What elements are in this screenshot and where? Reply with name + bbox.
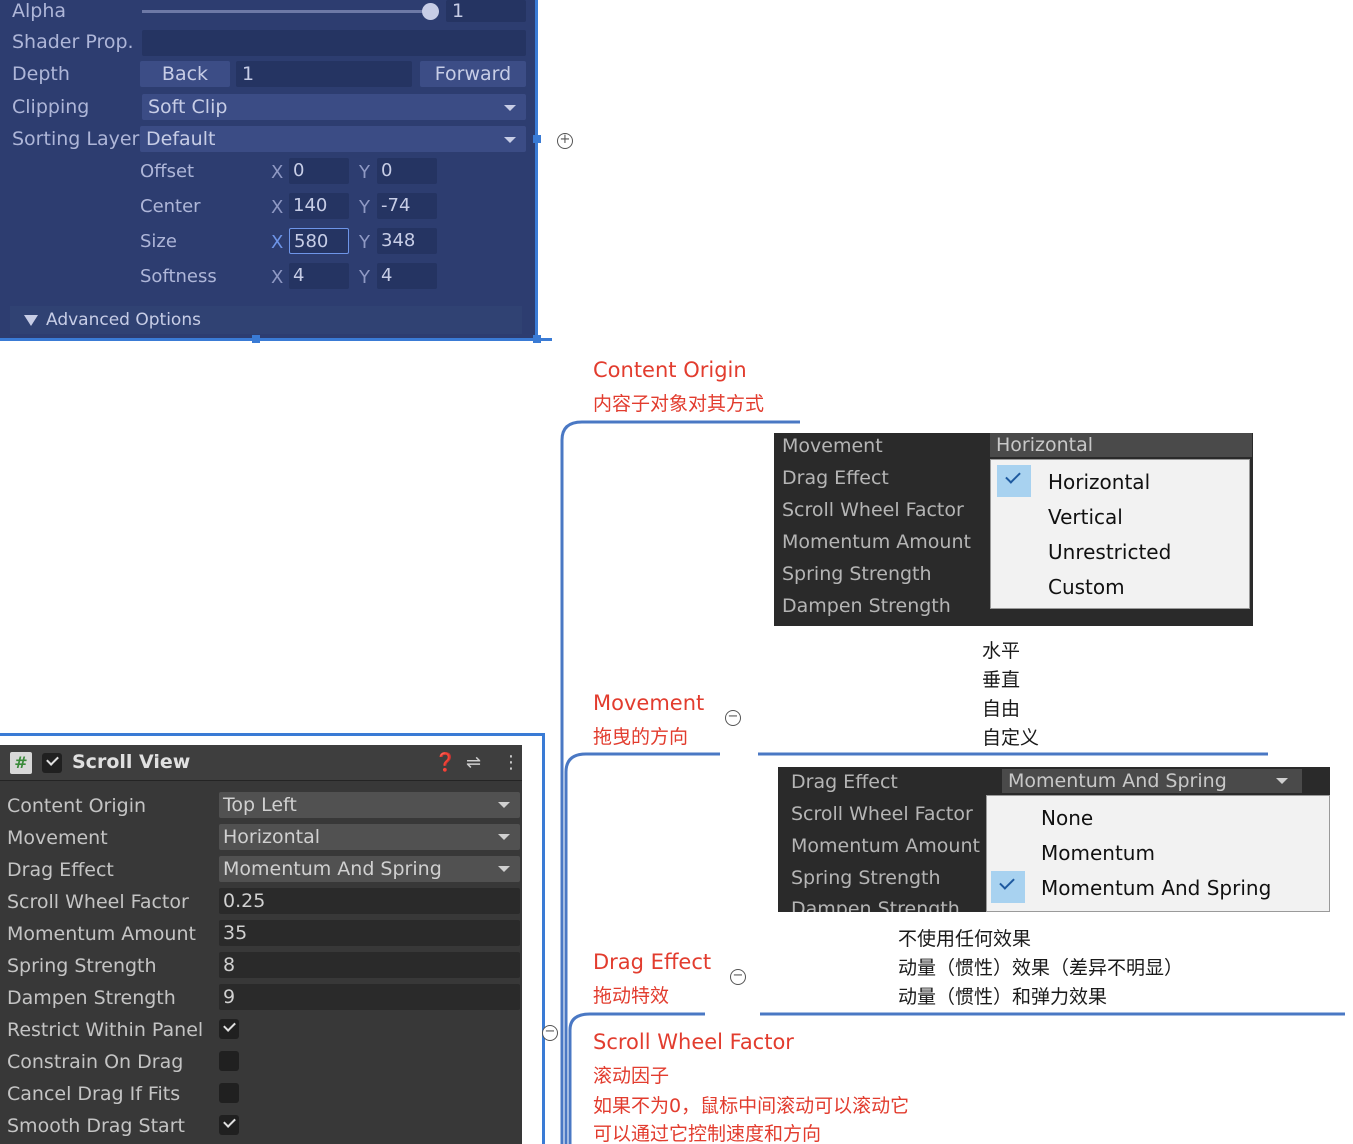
cancel-drag-if-fits-checkbox[interactable]	[219, 1083, 239, 1103]
movement-note: 水平	[982, 640, 1021, 662]
component-enabled-checkbox[interactable]	[42, 753, 62, 773]
component-header[interactable]: # Scroll View ❓ ⇌ ⋮	[0, 745, 522, 781]
movement-value: Horizontal	[223, 826, 321, 848]
movement-dropdown-header[interactable]: Horizontal	[990, 433, 1252, 457]
component-title: Scroll View	[72, 751, 191, 773]
movement-note: 垂直	[982, 669, 1021, 691]
scroll-wheel-factor-label: Scroll Wheel Factor	[7, 891, 189, 913]
chevron-down-icon	[1276, 778, 1288, 784]
content-origin-label: Content Origin	[7, 795, 147, 817]
chevron-down-icon	[498, 866, 510, 872]
content-origin-subtitle: 内容子对象对其方式	[593, 393, 765, 415]
restrict-within-panel-label: Restrict Within Panel	[7, 1019, 204, 1041]
movement-label: Movement	[7, 827, 108, 849]
menu-option-custom[interactable]: Custom	[1048, 575, 1125, 599]
drag-effect-title: Drag Effect	[593, 950, 712, 974]
selection-border-top	[0, 733, 545, 736]
drag-effect-dropdown-header[interactable]: Momentum And Spring	[1002, 769, 1302, 793]
dampen-strength-field[interactable]: 9	[219, 984, 520, 1010]
scroll-wheel-factor-note: 如果不为0，鼠标中间滚动可以滚动它	[593, 1095, 910, 1117]
chevron-down-icon	[498, 802, 510, 808]
movement-title: Movement	[593, 691, 705, 715]
popup-label: Drag Effect	[782, 467, 889, 489]
movement-dropdown[interactable]: Horizontal	[219, 824, 520, 850]
menu-option-momentum[interactable]: Momentum	[1041, 841, 1155, 865]
drag-effect-label: Drag Effect	[7, 859, 114, 881]
cancel-drag-if-fits-label: Cancel Drag If Fits	[7, 1083, 181, 1105]
momentum-amount-field[interactable]: 35	[219, 920, 520, 946]
chevron-down-icon	[498, 834, 510, 840]
content-origin-value: Top Left	[223, 794, 297, 816]
collapse-minus-icon[interactable]: −	[725, 710, 741, 726]
constrain-on-drag-checkbox[interactable]	[219, 1051, 239, 1071]
drag-effect-popup-screenshot: Drag Effect Scroll Wheel Factor Momentum…	[778, 767, 1330, 912]
smooth-drag-start-checkbox[interactable]	[219, 1115, 239, 1135]
more-menu-icon[interactable]: ⋮	[502, 752, 520, 773]
drag-effect-subtitle: 拖动特效	[593, 985, 670, 1007]
collapse-minus-icon[interactable]: −	[730, 969, 746, 985]
movement-option-menu: Horizontal Vertical Unrestricted Custom	[990, 459, 1250, 609]
popup-label: Dampen Strength	[791, 898, 960, 912]
selected-check	[991, 871, 1025, 903]
presets-icon[interactable]: ⇌	[466, 752, 481, 773]
collapse-minus-icon[interactable]: −	[542, 1025, 558, 1041]
scroll-wheel-factor-field[interactable]: 0.25	[219, 888, 520, 914]
content-origin-title: Content Origin	[593, 358, 747, 382]
popup-label: Dampen Strength	[782, 595, 951, 617]
popup-label: Scroll Wheel Factor	[791, 803, 973, 825]
popup-label: Spring Strength	[782, 563, 932, 585]
menu-option-horizontal[interactable]: Horizontal	[1048, 470, 1150, 494]
popup-label: Spring Strength	[791, 867, 941, 889]
popup-label: Drag Effect	[791, 771, 898, 793]
drag-effect-dropdown[interactable]: Momentum And Spring	[219, 856, 520, 882]
menu-option-vertical[interactable]: Vertical	[1048, 505, 1123, 529]
scroll-view-inspector: # Scroll View ❓ ⇌ ⋮ Content Origin Top L…	[0, 745, 522, 1144]
movement-popup-screenshot: Movement Drag Effect Scroll Wheel Factor…	[774, 433, 1253, 626]
restrict-within-panel-checkbox[interactable]	[219, 1019, 239, 1039]
selected-check	[997, 465, 1031, 497]
content-origin-dropdown[interactable]: Top Left	[219, 792, 520, 818]
checkmark-icon	[1005, 468, 1021, 484]
scroll-wheel-factor-title: Scroll Wheel Factor	[593, 1030, 794, 1054]
popup-label: Momentum Amount	[782, 531, 971, 553]
spring-strength-field[interactable]: 8	[219, 952, 520, 978]
drag-effect-option-menu: None Momentum Momentum And Spring	[986, 795, 1330, 912]
scroll-wheel-factor-note: 可以通过它控制速度和方向	[593, 1123, 822, 1144]
movement-subtitle: 拖曳的方向	[593, 726, 689, 748]
drag-effect-note: 动量（惯性）效果（差异不明显）	[898, 957, 1184, 979]
momentum-amount-label: Momentum Amount	[7, 923, 196, 945]
checkmark-icon	[999, 874, 1015, 890]
popup-label: Movement	[782, 435, 883, 457]
selection-border-right	[542, 733, 545, 1144]
dampen-strength-label: Dampen Strength	[7, 987, 176, 1009]
script-icon: #	[10, 752, 32, 774]
spring-strength-label: Spring Strength	[7, 955, 157, 977]
constrain-on-drag-label: Constrain On Drag	[7, 1051, 184, 1073]
drag-effect-header-value: Momentum And Spring	[1008, 770, 1227, 792]
movement-note: 自定义	[982, 727, 1040, 749]
drag-effect-note: 动量（惯性）和弹力效果	[898, 986, 1108, 1008]
smooth-drag-start-label: Smooth Drag Start	[7, 1115, 185, 1137]
drag-effect-value: Momentum And Spring	[223, 858, 442, 880]
help-icon[interactable]: ❓	[434, 752, 456, 773]
popup-label: Scroll Wheel Factor	[782, 499, 964, 521]
popup-label: Momentum Amount	[791, 835, 980, 857]
menu-option-none[interactable]: None	[1041, 806, 1093, 830]
movement-note: 自由	[982, 698, 1021, 720]
menu-option-unrestricted[interactable]: Unrestricted	[1048, 540, 1171, 564]
scroll-wheel-factor-subtitle: 滚动因子	[593, 1065, 670, 1087]
drag-effect-note: 不使用任何效果	[898, 928, 1032, 950]
menu-option-momentum-and-spring[interactable]: Momentum And Spring	[1041, 876, 1271, 900]
